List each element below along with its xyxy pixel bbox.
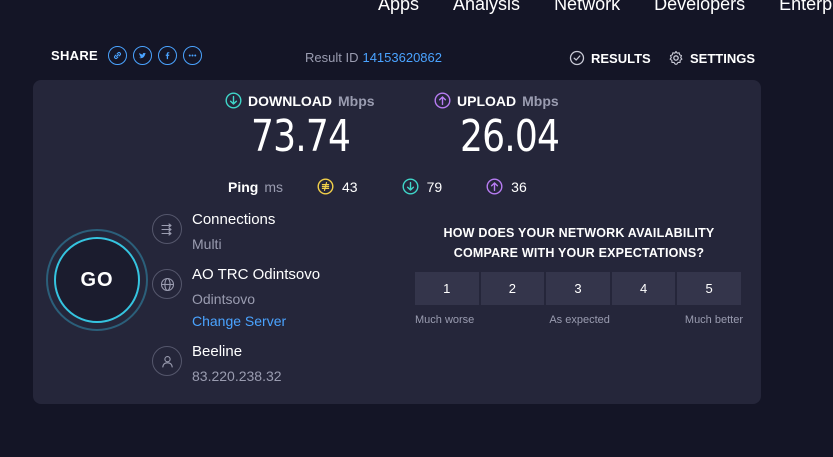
isp-ip: 83.220.238.32 [192, 368, 282, 384]
ping-row: Ping ms 43 79 36 [228, 178, 571, 195]
check-circle-icon [569, 50, 585, 66]
rating-option-4[interactable]: 4 [611, 272, 676, 305]
change-server-link[interactable]: Change Server [192, 313, 320, 329]
server-name: AO TRC Odintsovo [192, 266, 321, 283]
server-location: Odintsovo [192, 291, 256, 307]
go-button-ring: GO [46, 229, 148, 331]
result-card: DOWNLOAD Mbps 73.74 UPLOAD Mbps 26.04 Pi… [33, 80, 761, 404]
settings-button[interactable]: SETTINGS [668, 50, 755, 66]
speedtest-page: Apps Analysis Network Developers Enterpr… [0, 0, 833, 457]
upload-arrow-icon [434, 92, 451, 109]
ping-idle-value: 43 [342, 178, 358, 195]
idle-latency-icon [317, 178, 334, 195]
nav-network[interactable]: Network [554, 0, 620, 15]
nav-apps[interactable]: Apps [378, 0, 419, 15]
twitter-icon[interactable] [133, 46, 153, 65]
rating-option-1[interactable]: 1 [415, 272, 479, 305]
upload-metric: UPLOAD Mbps 26.04 [434, 92, 581, 162]
settings-label: SETTINGS [690, 50, 756, 66]
facebook-icon[interactable] [158, 46, 178, 65]
more-icon[interactable] [183, 46, 203, 65]
survey-question: HOW DOES YOUR NETWORK AVAILABILITY COMPA… [415, 223, 743, 263]
results-button[interactable]: RESULTS [569, 50, 651, 66]
result-id-label: Result ID [305, 50, 359, 65]
nav-enterprise[interactable]: Enterprise [779, 0, 833, 15]
rating-scale: 1 2 3 4 5 [415, 272, 741, 305]
nav-analysis[interactable]: Analysis [453, 0, 520, 15]
isp-name: Beeline [192, 343, 243, 360]
share-label: SHARE [51, 48, 99, 63]
rating-mid-label: As expected [549, 314, 610, 326]
upload-value: 26.04 [460, 111, 560, 162]
user-icon [152, 346, 182, 376]
upload-label: UPLOAD [457, 92, 517, 109]
ping-download-value: 79 [426, 178, 443, 195]
link-icon[interactable] [108, 46, 128, 65]
survey-question-line1: HOW DOES YOUR NETWORK AVAILABILITY [443, 226, 715, 240]
survey-question-line2: COMPARE WITH YOUR EXPECTATIONS? [453, 246, 705, 260]
download-value: 73.74 [251, 111, 351, 162]
ping-upload-value: 36 [511, 178, 527, 195]
connections-title: Connections [192, 211, 276, 228]
rating-low-label: Much worse [415, 314, 475, 326]
ping-label: Ping [228, 178, 259, 195]
download-latency-icon [402, 178, 419, 195]
result-id: Result ID 14153620862 [305, 50, 442, 65]
rating-labels: Much worse As expected Much better [415, 314, 743, 326]
download-unit: Mbps [338, 92, 375, 109]
top-nav: Apps Analysis Network Developers Enterpr… [378, 0, 833, 15]
isp-info: Beeline 83.220.238.32 [152, 343, 282, 384]
download-label: DOWNLOAD [248, 92, 332, 109]
ping-idle[interactable]: 43 [317, 178, 358, 195]
share-row: SHARE [51, 46, 203, 65]
download-arrow-icon [225, 92, 242, 109]
ping-download[interactable]: 79 [402, 178, 443, 195]
connections-info: Connections Multi [152, 211, 275, 252]
result-id-value[interactable]: 14153620862 [362, 50, 442, 65]
connections-value[interactable]: Multi [192, 236, 275, 252]
upload-latency-icon [486, 178, 503, 195]
rating-high-label: Much better [684, 314, 743, 326]
ping-upload[interactable]: 36 [486, 178, 527, 195]
connections-icon [152, 214, 182, 244]
upload-unit: Mbps [522, 92, 559, 109]
rating-option-5[interactable]: 5 [677, 272, 741, 305]
server-info: AO TRC Odintsovo Odintsovo Change Server [152, 266, 320, 329]
gear-icon [668, 50, 684, 66]
rating-option-3[interactable]: 3 [546, 272, 610, 305]
globe-icon [152, 269, 182, 299]
results-label: RESULTS [591, 50, 651, 66]
download-metric: DOWNLOAD Mbps 73.74 [225, 92, 375, 162]
ping-unit: ms [264, 178, 284, 195]
nav-developers[interactable]: Developers [654, 0, 745, 15]
rating-option-2[interactable]: 2 [480, 272, 545, 305]
go-button[interactable]: GO [54, 237, 140, 323]
